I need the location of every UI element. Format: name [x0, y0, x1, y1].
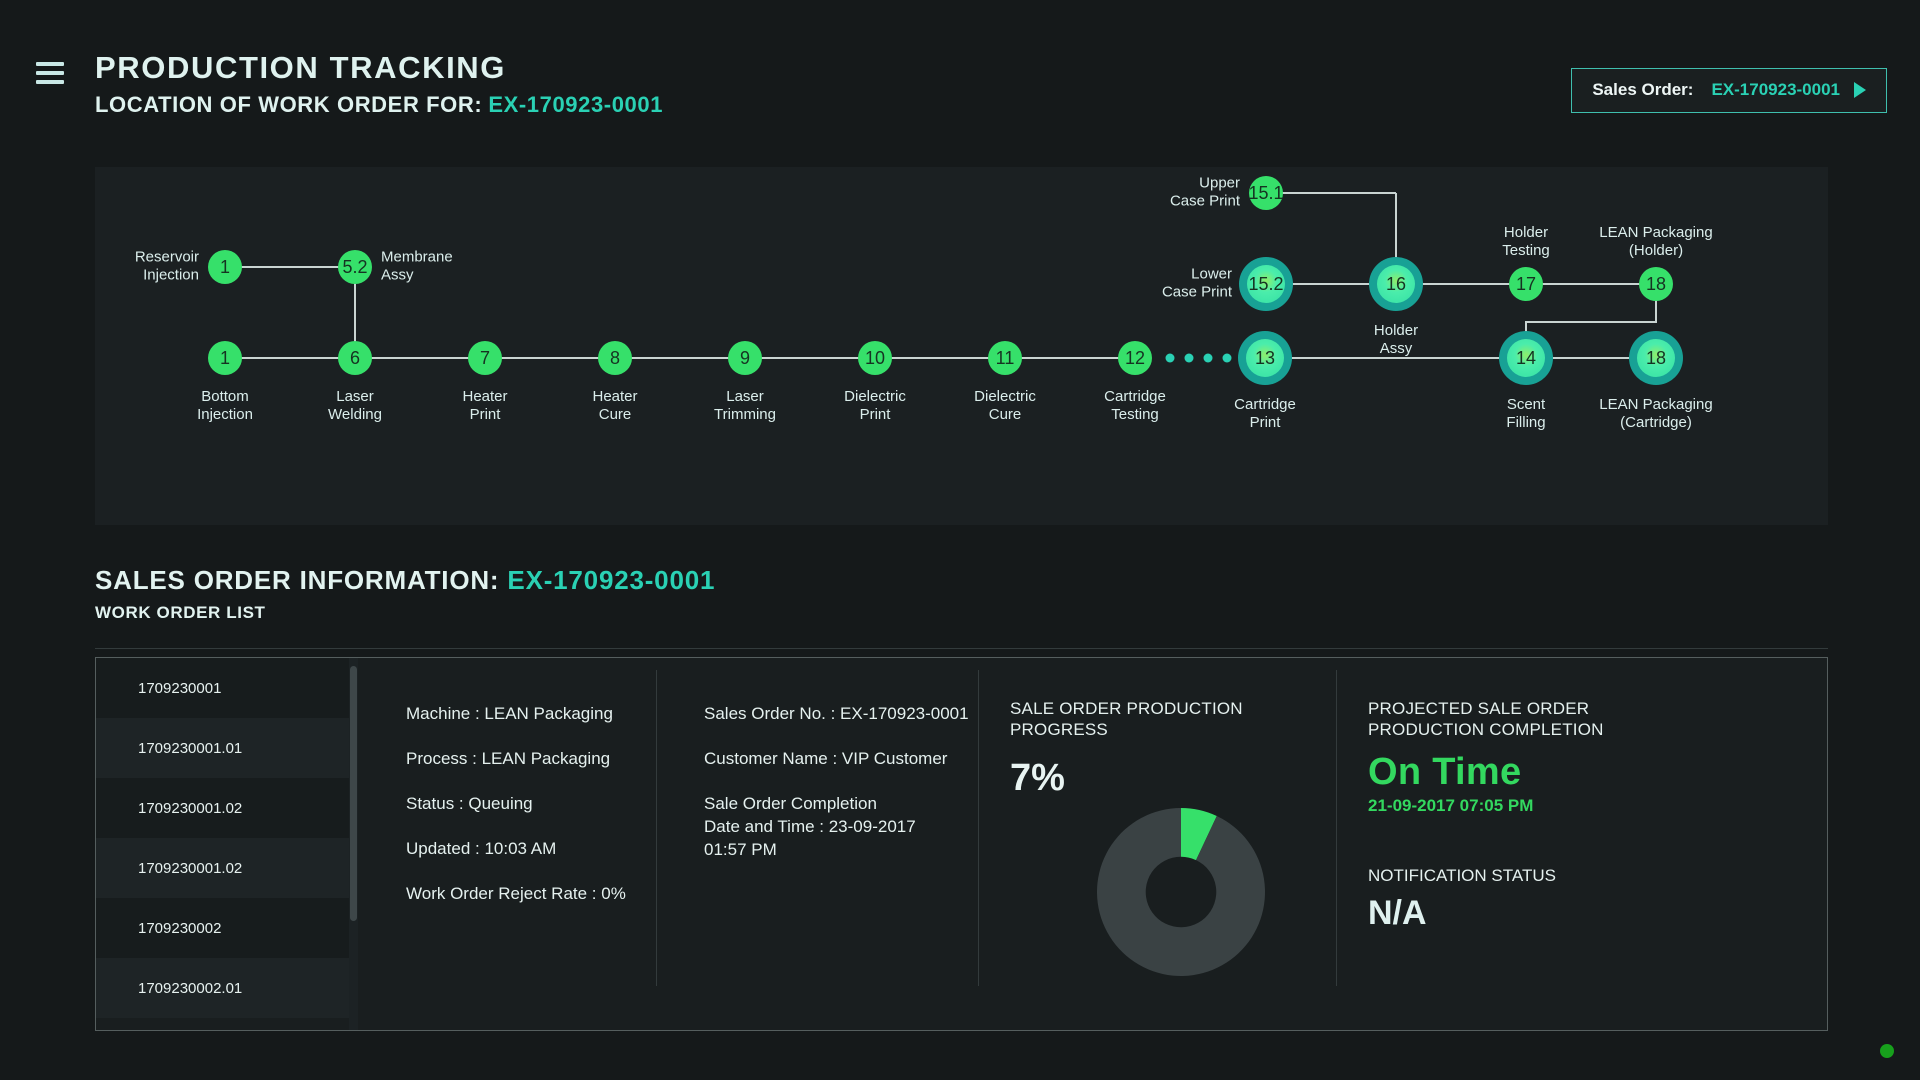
flow-node-number: 9 [728, 341, 762, 375]
sales-order-info-number: EX-170923-0001 [507, 565, 716, 595]
completion-caption: PROJECTED SALE ORDER PRODUCTION COMPLETI… [1368, 699, 1604, 740]
sales-order-selector[interactable]: Sales Order: EX-170923-0001 [1571, 68, 1887, 113]
scrollbar-thumb[interactable] [350, 666, 357, 921]
sales-order-no-field: Sales Order No. : EX-170923-0001 [704, 704, 969, 723]
flow-node-number: 5.2 [338, 250, 372, 284]
production-progress-column: SALE ORDER PRODUCTION PROGRESS 7% [978, 658, 1336, 1030]
work-order-list-heading: WORK ORDER LIST [95, 603, 266, 622]
donut-slice-remaining [1097, 807, 1265, 976]
flow-node-label: Scent Filling [1506, 396, 1546, 432]
flow-node-label: Laser Trimming [714, 388, 776, 424]
sales-order-info-heading: SALES ORDER INFORMATION: EX-170923-0001 [95, 565, 1828, 596]
order-detail-column: Sales Order No. : EX-170923-0001 Custome… [656, 658, 978, 1030]
flow-node-number: 10 [858, 341, 892, 375]
work-order-list-item[interactable]: 1709230001.02 [96, 778, 358, 838]
subtitle-label: LOCATION OF WORK ORDER FOR: [95, 91, 483, 117]
work-order-list-item[interactable]: 1709230001.01 [96, 718, 358, 778]
sales-order-info-label: SALES ORDER INFORMATION: [95, 565, 500, 595]
page-title: PRODUCTION TRACKING [95, 50, 506, 85]
progress-caption: SALE ORDER PRODUCTION PROGRESS [1010, 699, 1243, 740]
work-order-list-scrollbar[interactable] [349, 658, 358, 1030]
flow-node-number: 1 [208, 250, 242, 284]
process-field: Process : LEAN Packaging [406, 748, 611, 768]
notification-value: N/A [1368, 893, 1427, 932]
flow-node-label: LEAN Packaging (Holder) [1599, 224, 1713, 260]
hamburger-bar [36, 71, 64, 75]
subtitle-order-number: EX-170923-0001 [488, 91, 664, 117]
hamburger-bar [36, 62, 64, 66]
flow-node-label: Heater Print [462, 388, 508, 424]
production-flow-panel: 1 Reservoir Injection 5.2 Membrane Assy 1 Bot… [95, 167, 1828, 525]
completion-datetime-field: Sale Order Completion Date and Time : 23… [704, 793, 916, 859]
flow-node-number: 8 [598, 341, 632, 375]
flow-node-label: Holder Testing [1502, 224, 1550, 260]
flow-node-label: Membrane Assy [381, 248, 453, 284]
machine-detail-column: Machine : LEAN Packaging Process : LEAN … [358, 658, 656, 1030]
flow-node-label: Dielectric Print [844, 388, 906, 424]
flow-node-number: 14 [1507, 339, 1545, 377]
hamburger-bar [36, 80, 64, 84]
progress-donut-chart [1095, 806, 1336, 983]
flow-node-number: 16 [1377, 265, 1415, 303]
work-order-list-item[interactable]: 1709230002 [96, 898, 358, 958]
flow-node-label: Cartridge Print [1234, 396, 1296, 432]
reject-rate-field: Work Order Reject Rate : 0% [406, 883, 626, 903]
flow-node-number: 6 [338, 341, 372, 375]
status-indicator-dot [1880, 1044, 1894, 1058]
flow-node-number: 15.2 [1247, 265, 1285, 303]
flow-node-number: 12 [1118, 341, 1152, 375]
section-divider [95, 648, 1828, 649]
flow-node-number: 13 [1246, 339, 1284, 377]
flow-node-label: LEAN Packaging (Cartridge) [1599, 396, 1713, 432]
customer-name-field: Customer Name : VIP Customer [704, 748, 948, 768]
page-header: PRODUCTION TRACKING LOCATION OF WORK ORD… [0, 0, 1920, 150]
play-arrow-icon[interactable] [1854, 82, 1866, 98]
title-block: PRODUCTION TRACKING LOCATION OF WORK ORD… [95, 50, 663, 118]
sales-order-value: EX-170923-0001 [1711, 80, 1840, 99]
work-order-list-item[interactable]: 1709230002.01 [96, 958, 358, 1018]
flow-node-label: Bottom Injection [197, 388, 253, 424]
flow-node-number: 18 [1637, 339, 1675, 377]
flow-node-number: 11 [988, 341, 1022, 375]
hamburger-icon[interactable] [36, 62, 64, 84]
machine-field: Machine : LEAN Packaging [406, 704, 613, 723]
work-order-detail-panel: 1709230001 1709230001.01 1709230001.02 1709… [95, 657, 1828, 1031]
flow-node-label: Upper Case Print [1169, 174, 1240, 210]
updated-field: Updated : 10:03 AM [406, 838, 557, 858]
sales-order-info-section: SALES ORDER INFORMATION: EX-170923-0001 … [95, 565, 1828, 649]
completion-date-value: 21-09-2017 07:05 PM [1368, 795, 1534, 815]
flow-node-label: Dielectric Cure [974, 388, 1036, 424]
page-subtitle: LOCATION OF WORK ORDER FOR: EX-170923-000… [95, 92, 663, 118]
completion-status-column: PROJECTED SALE ORDER PRODUCTION COMPLETI… [1336, 658, 1816, 1030]
flow-node-label: Laser Welding [328, 388, 382, 424]
work-order-list-item[interactable]: 1709230001.02 [96, 838, 358, 898]
flow-node-label: Heater Cure [592, 388, 638, 424]
flow-node-label: Reservoir Injection [134, 248, 199, 284]
flow-node-label: Lower Case Print [1161, 265, 1232, 301]
flow-node-number: 7 [468, 341, 502, 375]
status-field: Status : Queuing [406, 793, 533, 813]
completion-status-value: On Time [1368, 750, 1522, 793]
flow-node-number: 1 [208, 341, 242, 375]
sales-order-label: Sales Order: [1592, 80, 1694, 99]
flow-node-number: 17 [1509, 267, 1543, 301]
flow-node-number: 15.1 [1248, 176, 1284, 210]
work-order-list-item[interactable]: 1709230001 [96, 658, 358, 718]
work-order-list[interactable]: 1709230001 1709230001.01 1709230001.02 1709… [96, 658, 358, 1030]
flow-node-label: Holder Assy [1373, 322, 1419, 358]
notification-caption: NOTIFICATION STATUS [1368, 865, 1556, 885]
flow-node-label: Cartridge Testing [1104, 388, 1166, 424]
flow-node-number: 18 [1639, 267, 1673, 301]
progress-percent: 7% [1010, 756, 1065, 799]
